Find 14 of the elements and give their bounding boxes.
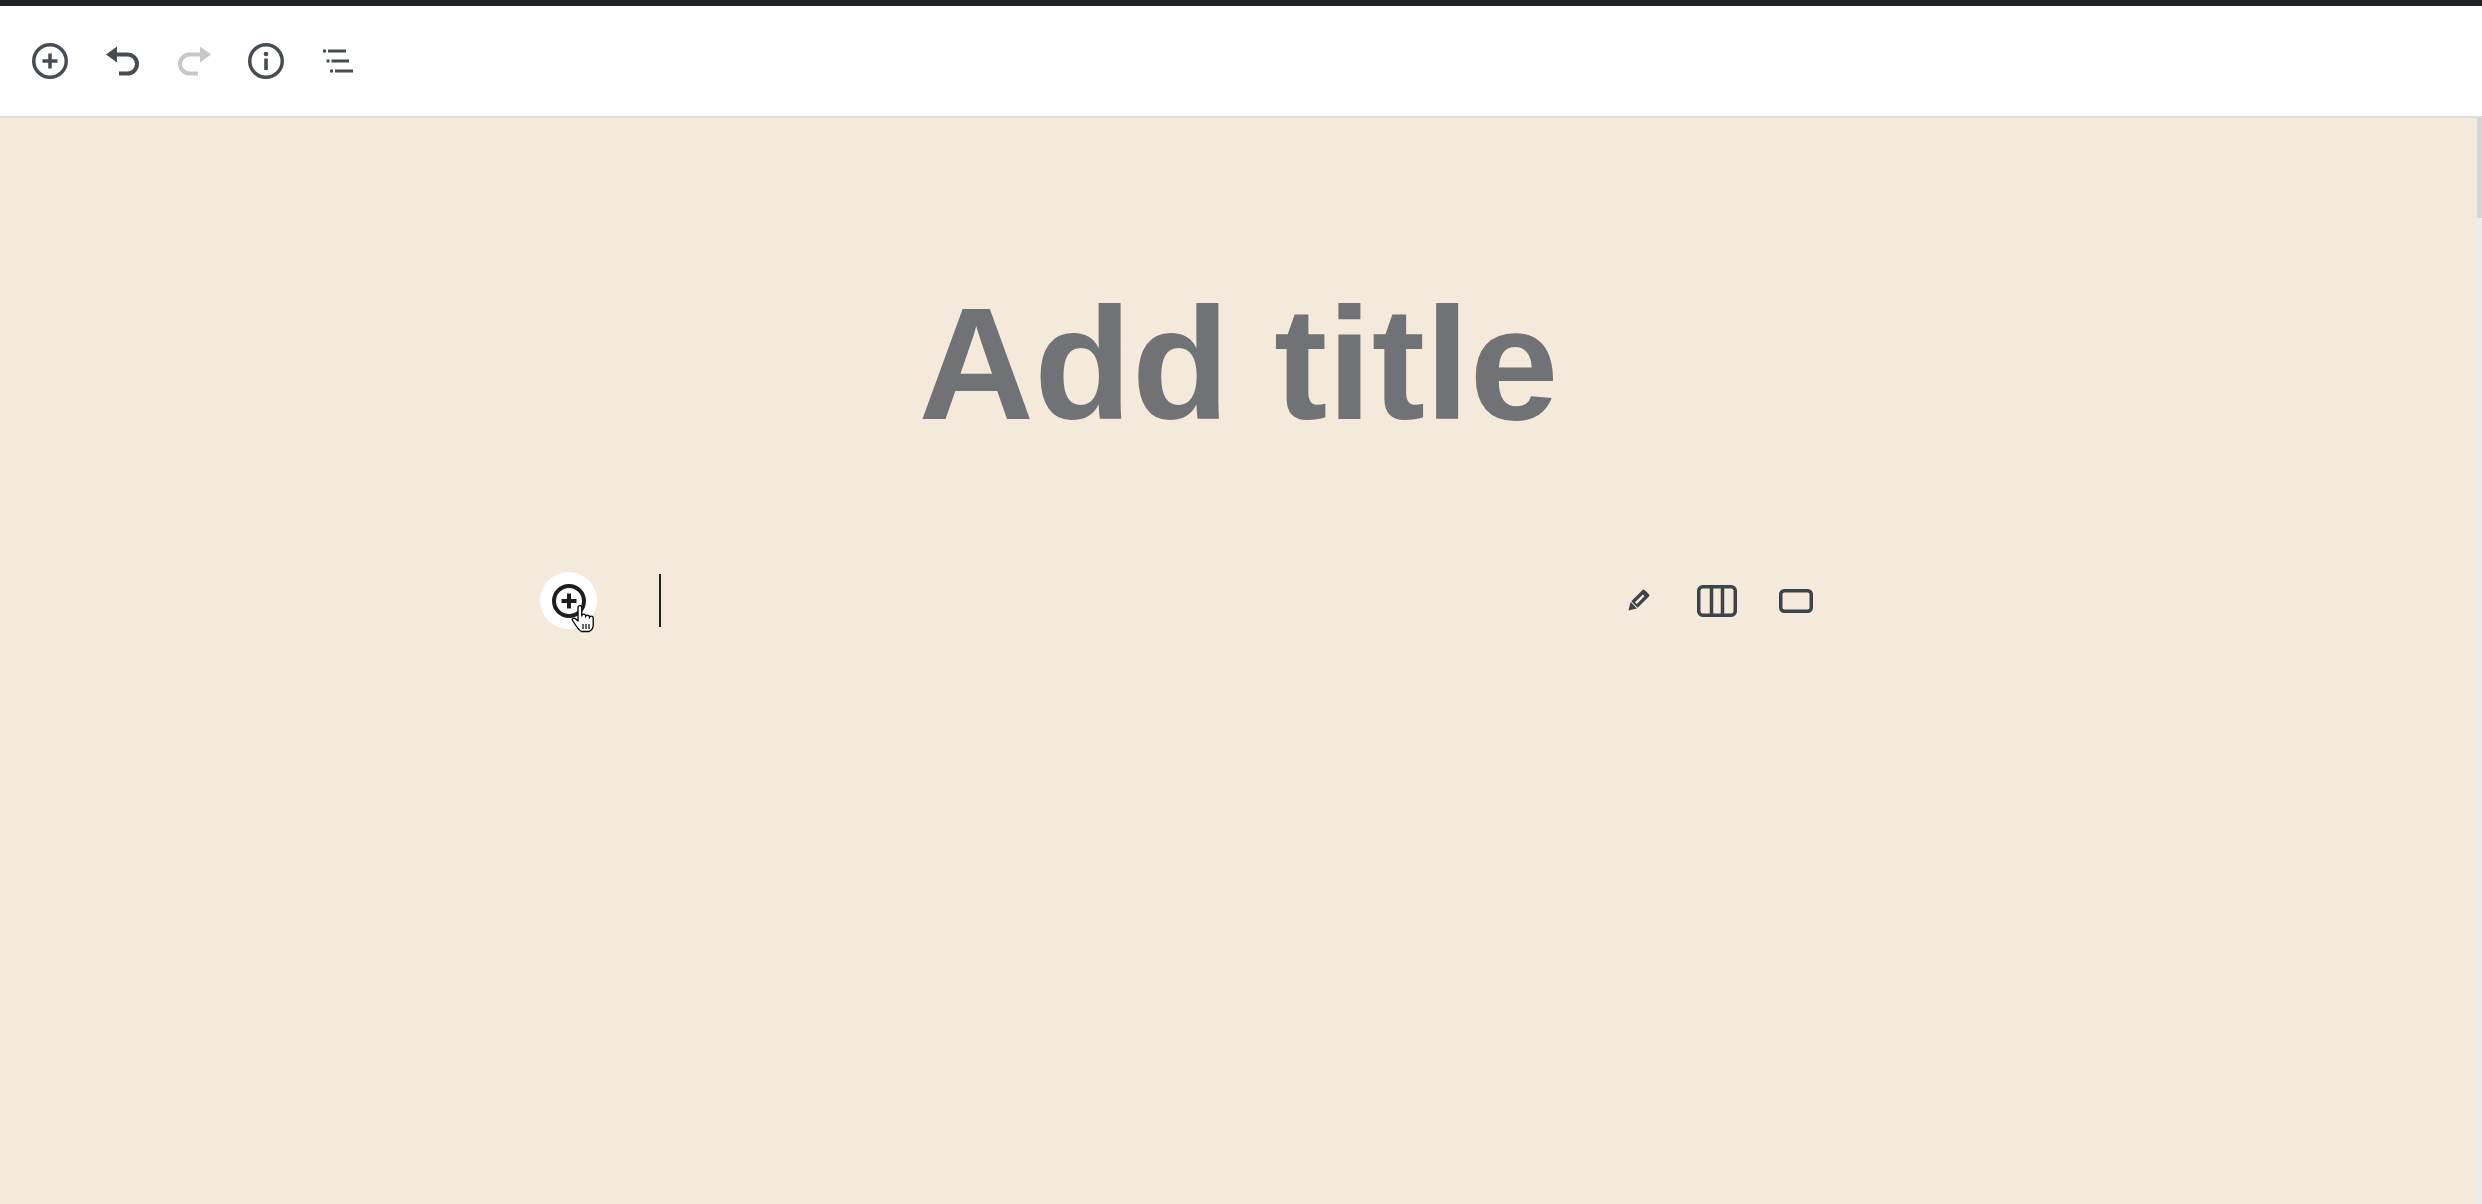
title-field[interactable]: Add title	[848, 284, 1629, 444]
block-inserter-button[interactable]	[540, 572, 597, 629]
rectangle-icon	[1779, 588, 1813, 613]
list-icon	[323, 49, 353, 73]
plus-circle-icon	[551, 583, 586, 618]
redo-arrow-icon	[177, 46, 211, 76]
text-caret-icon	[659, 574, 661, 627]
columns-icon	[1697, 584, 1737, 617]
hand-pointer-icon	[571, 605, 595, 633]
info-icon	[248, 43, 284, 79]
scrollbar-thumb[interactable]	[2477, 118, 2482, 218]
undo-arrow-icon	[105, 46, 139, 76]
scrollbar-track[interactable]	[2477, 118, 2482, 1204]
plus-circle-icon	[32, 43, 68, 79]
